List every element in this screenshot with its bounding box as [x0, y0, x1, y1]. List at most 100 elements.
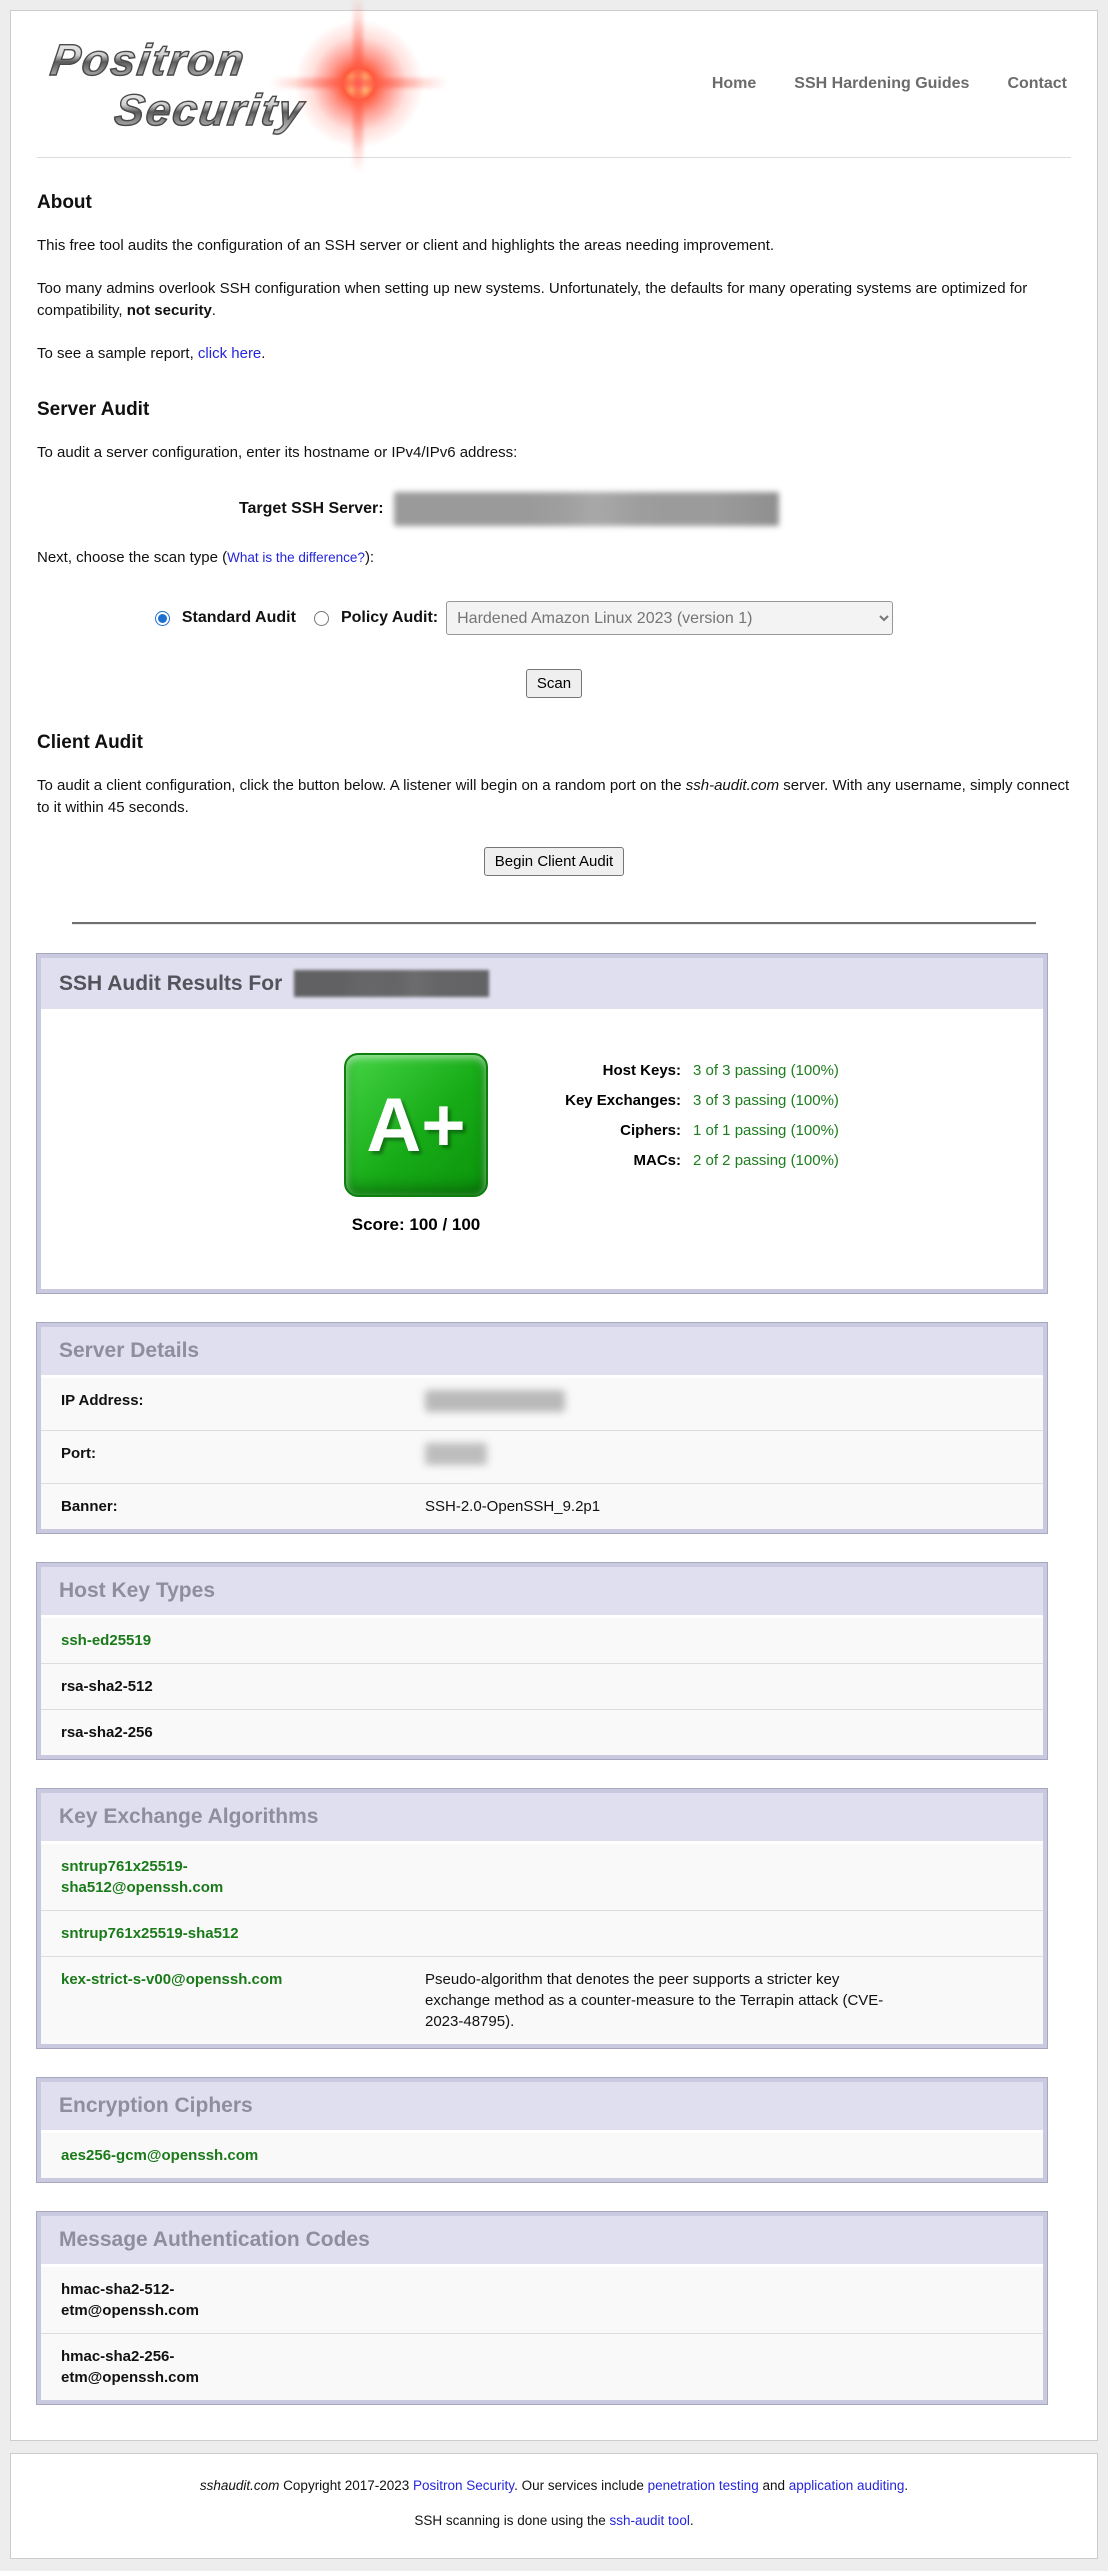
macs-body: hmac-sha2-512- etm@openssh.com hmac-sha2…	[41, 2264, 1043, 2400]
hostkey-name: ssh-ed25519	[61, 1630, 425, 1651]
header-divider	[37, 157, 1071, 158]
nav-ssh-hardening-guides[interactable]: SSH Hardening Guides	[794, 75, 969, 93]
ip-address-label: IP Address:	[61, 1390, 425, 1418]
hostkey-name: rsa-sha2-512	[61, 1676, 425, 1697]
scan-type-paragraph: Next, choose the scan type (What is the …	[37, 547, 1071, 569]
scan-button[interactable]: Scan	[526, 669, 582, 698]
header: Positron Security Home SSH Hardening Gui…	[37, 11, 1071, 157]
results-body: A+ Score: 100 / 100 Host Keys: 3 of 3 pa…	[41, 1009, 1043, 1289]
host-key-types-body: ssh-ed25519 rsa-sha2-512 rsa-sha2-256	[41, 1615, 1043, 1755]
grade-badge: A+	[344, 1053, 488, 1197]
table-row: Port:	[41, 1430, 1043, 1483]
key-exchange-body: sntrup761x25519- sha512@openssh.com sntr…	[41, 1841, 1043, 2044]
begin-client-audit-button[interactable]: Begin Client Audit	[484, 847, 624, 876]
policy-select[interactable]: Hardened Amazon Linux 2023 (version 1)	[446, 601, 893, 635]
macs-header: Message Authentication Codes	[41, 2216, 1043, 2264]
starburst-icon	[289, 14, 429, 154]
server-audit-intro: To audit a server configuration, enter i…	[37, 442, 1071, 464]
encryption-ciphers-header: Encryption Ciphers	[41, 2082, 1043, 2130]
banner-value: SSH-2.0-OpenSSH_9.2p1	[425, 1496, 895, 1517]
table-row: rsa-sha2-512	[41, 1663, 1043, 1709]
footer-penetration-testing-link[interactable]: penetration testing	[648, 2478, 759, 2493]
about-p2-period: .	[212, 302, 216, 319]
footer-domain: sshaudit.com	[200, 2478, 280, 2493]
table-row: kex-strict-s-v00@openssh.com Pseudo-algo…	[41, 1956, 1043, 2044]
stat-row-ciphers: Ciphers: 1 of 1 passing (100%)	[533, 1115, 839, 1145]
banner-label: Banner:	[61, 1496, 425, 1517]
about-title: About	[37, 192, 1071, 214]
kex-name: kex-strict-s-v00@openssh.com	[61, 1969, 425, 2032]
footer-text: SSH scanning is done using the	[414, 2513, 609, 2528]
redacted-hostname	[294, 970, 489, 997]
positron-security-logo[interactable]: Positron Security	[37, 24, 437, 144]
scan-type-radio-row: Standard Audit Policy Audit: Hardened Am…	[37, 601, 1071, 635]
footer-line-1: sshaudit.com Copyright 2017-2023 Positro…	[11, 2478, 1097, 2493]
table-row: hmac-sha2-512- etm@openssh.com	[41, 2267, 1043, 2333]
section-divider	[72, 922, 1036, 924]
scan-type-text-after: ):	[365, 549, 374, 566]
table-row: rsa-sha2-256	[41, 1709, 1043, 1755]
target-server-input[interactable]	[394, 492, 779, 526]
stat-label: MACs:	[533, 1152, 681, 1169]
about-paragraph-2: Too many admins overlook SSH configurati…	[37, 278, 1071, 322]
key-exchange-header: Key Exchange Algorithms	[41, 1793, 1043, 1841]
sample-report-period: .	[261, 345, 265, 362]
scan-type-difference-link[interactable]: What is the difference?	[227, 550, 365, 565]
stat-value: 3 of 3 passing (100%)	[693, 1092, 839, 1109]
stat-label: Key Exchanges:	[533, 1092, 681, 1109]
scan-type-text: Next, choose the scan type (	[37, 549, 227, 566]
table-row: ssh-ed25519	[41, 1618, 1043, 1663]
footer: sshaudit.com Copyright 2017-2023 Positro…	[10, 2453, 1098, 2559]
stat-row-macs: MACs: 2 of 2 passing (100%)	[533, 1145, 839, 1175]
standard-audit-radio[interactable]	[155, 611, 170, 626]
client-audit-domain: ssh-audit.com	[686, 777, 779, 794]
cipher-name: aes256-gcm@openssh.com	[61, 2145, 425, 2166]
stat-value: 1 of 1 passing (100%)	[693, 1122, 839, 1139]
macs-panel: Message Authentication Codes hmac-sha2-5…	[37, 2212, 1047, 2404]
nav-home[interactable]: Home	[712, 75, 756, 93]
server-details-body: IP Address: Port: Banner: SSH-2.0-OpenSS…	[41, 1375, 1043, 1529]
kex-note: Pseudo-algorithm that denotes the peer s…	[425, 1969, 895, 2032]
footer-application-auditing-link[interactable]: application auditing	[789, 2478, 905, 2493]
table-row: IP Address:	[41, 1378, 1043, 1430]
grade-column: A+ Score: 100 / 100	[341, 1053, 491, 1235]
footer-text: .	[904, 2478, 908, 2493]
client-audit-title: Client Audit	[37, 732, 1071, 754]
footer-ssh-audit-tool-link[interactable]: ssh-audit tool	[610, 2513, 690, 2528]
sample-report-paragraph: To see a sample report, click here.	[37, 343, 1071, 365]
about-paragraph-1: This free tool audits the configuration …	[37, 235, 1071, 257]
client-audit-button-row: Begin Client Audit	[37, 847, 1071, 876]
policy-audit-radio[interactable]	[314, 611, 329, 626]
host-key-types-panel: Host Key Types ssh-ed25519 rsa-sha2-512 …	[37, 1563, 1047, 1759]
stat-value: 3 of 3 passing (100%)	[693, 1062, 839, 1079]
nav-contact[interactable]: Contact	[1007, 75, 1067, 93]
main-card: Positron Security Home SSH Hardening Gui…	[10, 10, 1098, 2441]
sample-report-link[interactable]: click here	[198, 345, 261, 362]
footer-text: Copyright 2017-2023	[279, 2478, 413, 2493]
page-bottom-spacer	[0, 2559, 1108, 2571]
scan-button-row: Scan	[37, 669, 1071, 698]
table-row: aes256-gcm@openssh.com	[41, 2133, 1043, 2178]
sample-report-text: To see a sample report,	[37, 345, 198, 362]
logo-word-security: Security	[111, 86, 308, 136]
policy-audit-label[interactable]: Policy Audit:	[341, 609, 438, 627]
table-row: Banner: SSH-2.0-OpenSSH_9.2p1	[41, 1483, 1043, 1529]
server-details-header: Server Details	[41, 1327, 1043, 1375]
stat-row-host-keys: Host Keys: 3 of 3 passing (100%)	[533, 1055, 839, 1085]
stat-label: Host Keys:	[533, 1062, 681, 1079]
stat-value: 2 of 2 passing (100%)	[693, 1152, 839, 1169]
score-text: Score: 100 / 100	[341, 1215, 491, 1235]
client-audit-text: To audit a client configuration, click t…	[37, 777, 686, 794]
footer-positron-security-link[interactable]: Positron Security	[413, 2478, 514, 2493]
server-details-panel: Server Details IP Address: Port: Banner:…	[37, 1323, 1047, 1533]
ip-address-value-redacted	[425, 1390, 895, 1418]
stat-row-key-exchanges: Key Exchanges: 3 of 3 passing (100%)	[533, 1085, 839, 1115]
target-server-row: Target SSH Server:	[37, 492, 1071, 526]
logo-word-positron: Positron	[47, 36, 248, 86]
table-row: sntrup761x25519- sha512@openssh.com	[41, 1844, 1043, 1910]
mac-name: hmac-sha2-512- etm@openssh.com	[61, 2279, 425, 2321]
port-label: Port:	[61, 1443, 425, 1471]
standard-audit-label[interactable]: Standard Audit	[182, 609, 296, 627]
footer-text: . Our services include	[514, 2478, 648, 2493]
results-stats: Host Keys: 3 of 3 passing (100%) Key Exc…	[533, 1055, 839, 1235]
